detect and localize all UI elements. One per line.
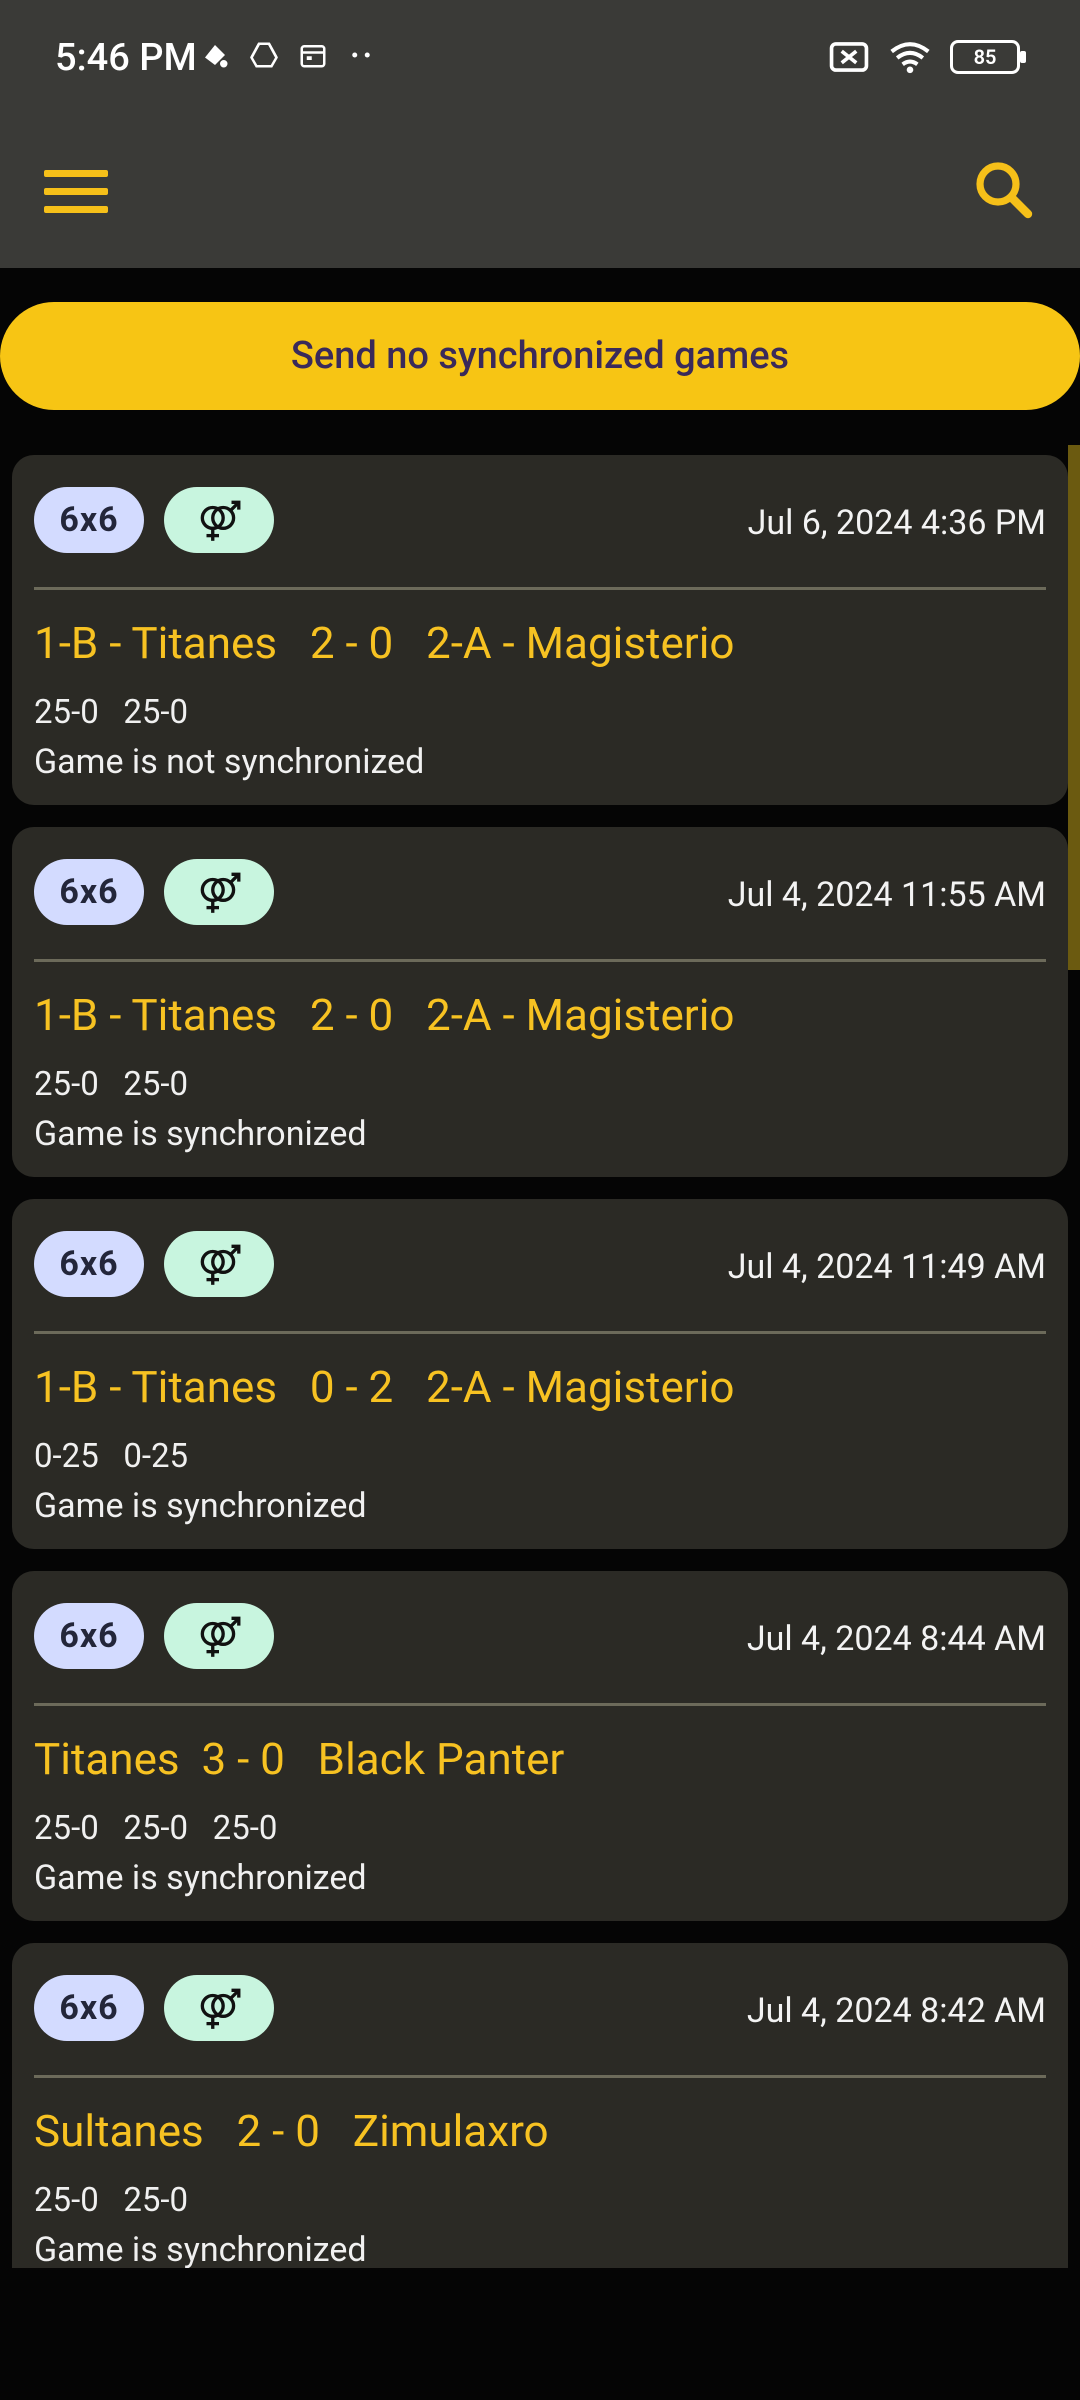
bottom-area	[0, 2270, 1080, 2400]
set-score: 25-0	[123, 1809, 189, 1848]
set-score: 25-0	[34, 1065, 99, 1104]
format-chip: 6x6	[34, 859, 144, 925]
app-bar	[0, 120, 1080, 268]
team-home: 1-B - Titanes	[34, 1361, 278, 1413]
gender-mixed-icon	[200, 1244, 241, 1285]
gender-mixed-icon	[200, 1988, 241, 2029]
match-line: 1-B - Titanes 0 - 2 2-A - Magisterio	[34, 1361, 735, 1413]
set-scores: 25-0 25-0 25-0	[34, 1809, 277, 1848]
search-icon[interactable]	[968, 154, 1040, 226]
format-chip: 6x6	[34, 1975, 144, 2041]
match-line: 1-B - Titanes 2 - 0 2-A - Magisterio	[34, 617, 735, 669]
team-away: 2-A - Magisterio	[426, 617, 735, 669]
game-card[interactable]: 6x6 Jul 4, 2024 8:44 AM Titanes 3 - 0 Bl…	[12, 1571, 1068, 1921]
format-chip: 6x6	[34, 1231, 144, 1297]
status-time: 5:46 PM	[55, 36, 197, 80]
system-icons: 85	[828, 40, 1026, 74]
divider	[34, 959, 1046, 962]
team-home: 1-B - Titanes	[34, 989, 278, 1041]
mixed-gender-chip	[164, 859, 274, 925]
set-score: 25-0	[123, 693, 189, 732]
match-line: 1-B - Titanes 2 - 0 2-A - Magisterio	[34, 989, 735, 1041]
sim-off-icon	[829, 42, 869, 72]
game-date: Jul 4, 2024 8:42 AM	[746, 1991, 1046, 2031]
game-card[interactable]: 6x6 Jul 6, 2024 4:36 PM 1-B - Titanes 2 …	[12, 455, 1068, 805]
status-bar: 5:46 PM 85	[0, 0, 1080, 120]
wifi-icon	[890, 42, 930, 74]
set-scores: 25-0 25-0	[34, 693, 188, 732]
team-away: 2-A - Magisterio	[426, 989, 735, 1041]
mixed-gender-chip	[164, 487, 274, 553]
notification-icons	[200, 40, 376, 70]
format-chip: 6x6	[34, 1603, 144, 1669]
mixed-gender-chip	[164, 1975, 274, 2041]
gender-mixed-icon	[200, 872, 241, 913]
battery-level: 85	[973, 45, 997, 69]
game-date: Jul 4, 2024 8:44 AM	[746, 1619, 1046, 1659]
sync-status: Game is synchronized	[34, 1858, 367, 1898]
set-scores: 25-0 25-0	[34, 2181, 188, 2220]
divider	[34, 587, 1046, 590]
set-scores: 25-0 25-0	[34, 1065, 188, 1104]
match-score: 2 - 0	[309, 617, 394, 669]
scrollbar[interactable]	[1068, 445, 1080, 970]
sync-status: Game is synchronized	[34, 2230, 367, 2268]
divider	[34, 1703, 1046, 1706]
battery-icon: 85	[950, 40, 1026, 74]
set-score: 25-0	[123, 2181, 189, 2220]
gender-mixed-icon	[200, 1616, 241, 1657]
match-line: Titanes 3 - 0 Black Panter	[34, 1733, 564, 1785]
team-away: 2-A - Magisterio	[426, 1361, 735, 1413]
mixed-gender-chip	[164, 1231, 274, 1297]
divider	[34, 1331, 1046, 1334]
set-score: 25-0	[212, 1809, 278, 1848]
more-dots-icon	[352, 52, 370, 58]
format-chip: 6x6	[34, 487, 144, 553]
match-score: 3 - 0	[201, 1733, 285, 1785]
game-date: Jul 4, 2024 11:55 AM	[727, 875, 1046, 915]
set-score: 25-0	[34, 2181, 99, 2220]
team-home: Sultanes	[34, 2105, 204, 2157]
game-date: Jul 6, 2024 4:36 PM	[747, 503, 1046, 543]
set-score: 0-25	[123, 1437, 189, 1476]
match-score: 0 - 2	[309, 1361, 394, 1413]
calendar-icon	[300, 45, 326, 68]
team-away: Black Panter	[317, 1733, 565, 1785]
game-card[interactable]: 6x6 Jul 4, 2024 11:55 AM 1-B - Titanes 2…	[12, 827, 1068, 1177]
game-card[interactable]: 6x6 Jul 4, 2024 8:42 AM Sultanes 2 - 0 Z…	[12, 1943, 1068, 2268]
game-list: 6x6 Jul 6, 2024 4:36 PM 1-B - Titanes 2 …	[12, 455, 1068, 2290]
divider	[34, 2075, 1046, 2078]
set-score: 0-25	[34, 1437, 99, 1476]
match-score: 2 - 0	[236, 2105, 320, 2157]
mixed-gender-chip	[164, 1603, 274, 1669]
game-card[interactable]: 6x6 Jul 4, 2024 11:49 AM 1-B - Titanes 0…	[12, 1199, 1068, 1549]
team-home: Titanes	[34, 1733, 180, 1785]
sync-status: Game is synchronized	[34, 1114, 367, 1154]
paint-icon	[205, 45, 228, 68]
team-away: Zimulaxro	[352, 2105, 549, 2157]
sync-status: Game is not synchronized	[34, 742, 425, 782]
sync-status: Game is synchronized	[34, 1486, 367, 1526]
set-score: 25-0	[123, 1065, 189, 1104]
match-line: Sultanes 2 - 0 Zimulaxro	[34, 2105, 549, 2157]
match-score: 2 - 0	[309, 989, 394, 1041]
set-score: 25-0	[34, 1809, 99, 1848]
gender-mixed-icon	[200, 500, 241, 541]
drive-icon	[250, 42, 278, 68]
set-score: 25-0	[34, 693, 99, 732]
menu-icon[interactable]	[40, 156, 112, 228]
send-unsynced-games-button[interactable]: Send no synchronized games	[0, 302, 1080, 410]
set-scores: 0-25 0-25	[34, 1437, 188, 1476]
game-date: Jul 4, 2024 11:49 AM	[727, 1247, 1046, 1287]
team-home: 1-B - Titanes	[34, 617, 278, 669]
